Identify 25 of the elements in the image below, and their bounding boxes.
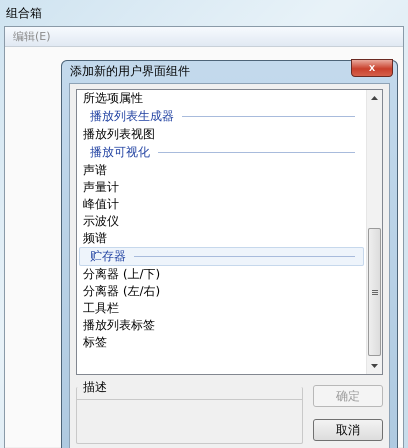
list-item[interactable]: 声谱 [77,162,366,179]
group-header[interactable]: 播放可视化 [79,143,364,162]
scrollbar[interactable] [366,90,382,374]
scroll-thumb[interactable] [368,228,381,356]
group-header[interactable]: 播放列表生成器 [79,107,364,126]
list-item[interactable]: 工具栏 [77,300,366,317]
list-item[interactable]: 分离器 (左/右) [77,283,366,300]
list-item[interactable]: 示波仪 [77,213,366,230]
dialog-button[interactable]: 取消 [313,419,383,441]
list-item[interactable]: 播放列表标签 [77,317,366,334]
list-item[interactable]: 所选项属性 [77,90,366,107]
dialog-title: 添加新的用户界面组件 [70,62,190,80]
list-item[interactable]: 频谱 [77,230,366,247]
scroll-down-icon[interactable] [371,364,378,368]
list-item[interactable]: 峰值计 [77,196,366,213]
group-header[interactable]: 贮存器 [79,247,364,266]
window-title: 组合箱 [6,4,42,22]
list-item[interactable]: 标签 [77,334,366,351]
description-label: 描述 [81,379,109,396]
list-item[interactable]: 播放列表视图 [77,126,366,143]
grip-icon [372,290,378,294]
list-item[interactable]: 分离器 (上/下) [77,266,366,283]
scroll-up-icon[interactable] [371,96,378,100]
list-item[interactable]: 声量计 [77,179,366,196]
close-button[interactable]: x [351,59,393,77]
